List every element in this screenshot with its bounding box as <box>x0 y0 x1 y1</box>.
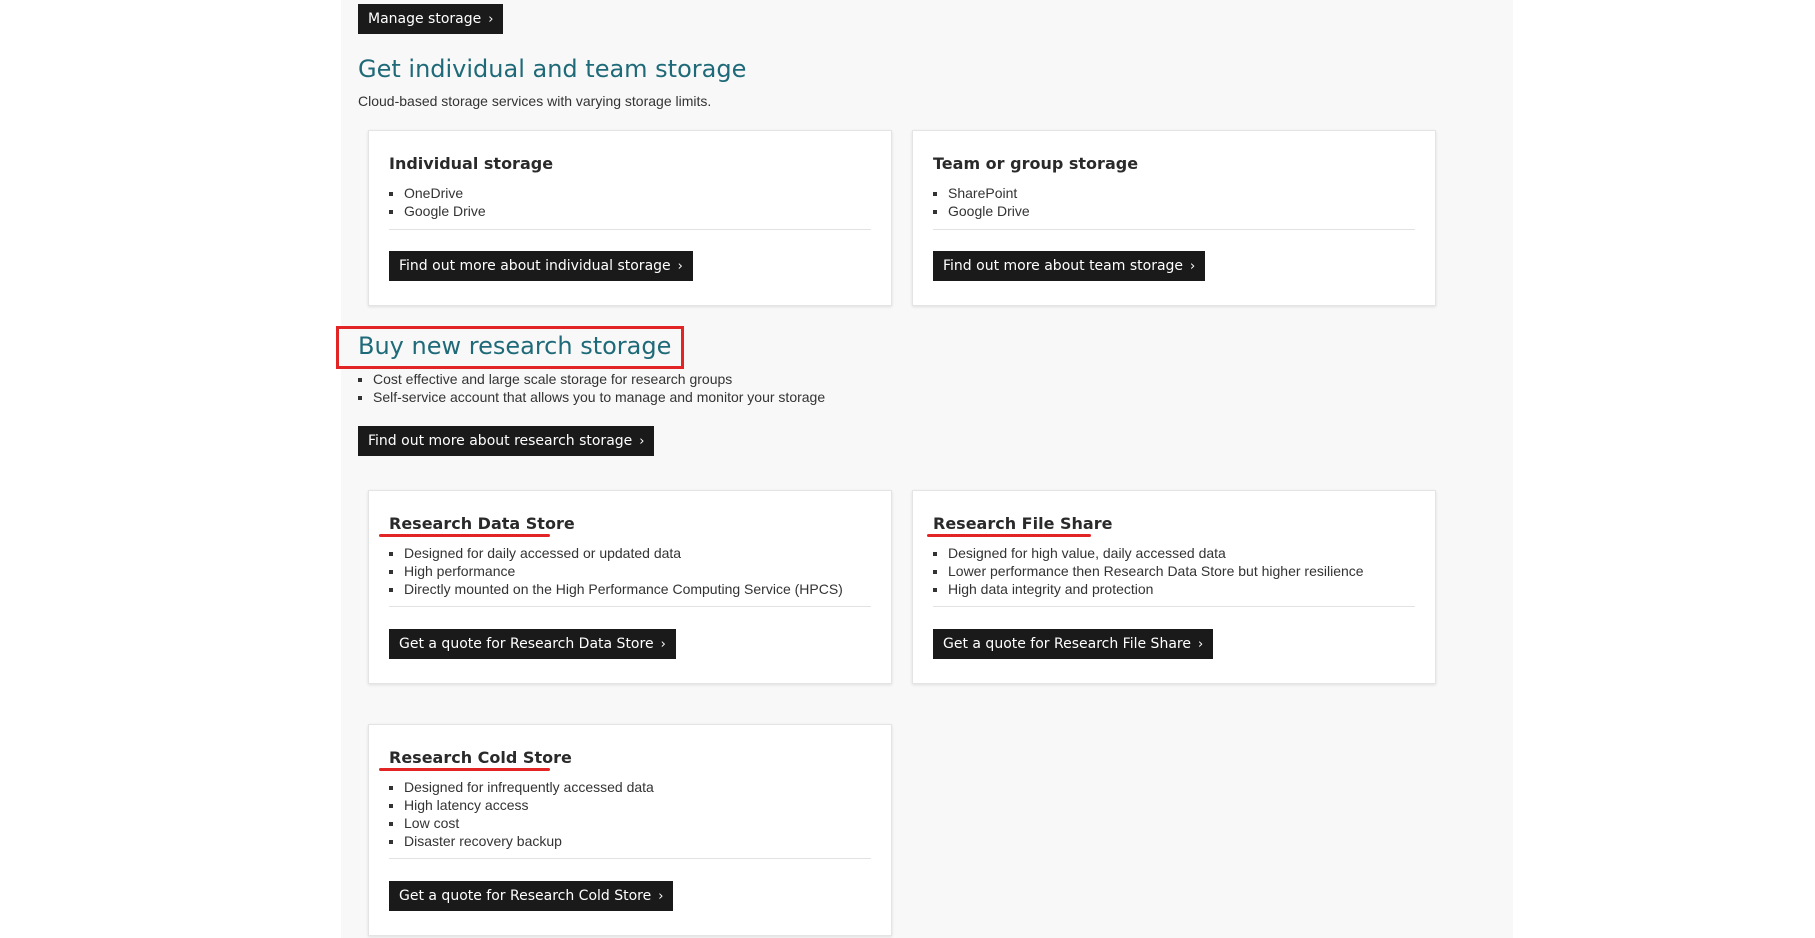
card-title: Research Cold Store <box>389 748 572 767</box>
annotation-underline <box>379 534 550 537</box>
divider <box>933 229 1415 230</box>
list-item: Google Drive <box>948 202 1030 220</box>
chevron-right-icon: › <box>1190 258 1196 274</box>
list-item: Google Drive <box>404 202 486 220</box>
card-research-data-store: Research Data Store Designed for daily a… <box>368 490 892 684</box>
divider <box>389 229 871 230</box>
team-storage-button[interactable]: Find out more about team storage › <box>933 251 1206 281</box>
card-research-file-share: Research File Share Designed for high va… <box>912 490 1436 684</box>
list-item: SharePoint <box>948 184 1030 202</box>
annotation-underline <box>379 768 550 771</box>
research-feature-list: Cost effective and large scale storage f… <box>358 370 825 406</box>
card-list: SharePoint Google Drive <box>933 184 1030 220</box>
research-storage-button[interactable]: Find out more about research storage › <box>358 426 655 456</box>
list-item: Lower performance then Research Data Sto… <box>948 562 1364 580</box>
chevron-right-icon: › <box>639 433 645 449</box>
list-item: High performance <box>404 562 843 580</box>
button-label: Find out more about team storage <box>943 258 1184 274</box>
card-individual-storage: Individual storage OneDrive Google Drive… <box>368 130 892 306</box>
card-research-cold-store: Research Cold Store Designed for infrequ… <box>368 724 892 936</box>
list-item: Disaster recovery backup <box>404 832 654 850</box>
card-team-storage: Team or group storage SharePoint Google … <box>912 130 1436 306</box>
card-list: Designed for infrequently accessed data … <box>389 778 654 850</box>
divider <box>389 606 871 607</box>
research-data-store-quote-button[interactable]: Get a quote for Research Data Store › <box>389 629 676 659</box>
card-list: Designed for daily accessed or updated d… <box>389 544 843 598</box>
list-item: Low cost <box>404 814 654 832</box>
section-subtitle-individual-team: Cloud-based storage services with varyin… <box>358 93 712 109</box>
chevron-right-icon: › <box>1197 636 1204 652</box>
button-label: Find out more about research storage <box>368 433 633 449</box>
list-item: Designed for high value, daily accessed … <box>948 544 1364 562</box>
manage-storage-label: Manage storage <box>368 11 482 27</box>
card-title: Research Data Store <box>389 514 575 533</box>
annotation-underline <box>927 534 1091 537</box>
chevron-right-icon: › <box>677 258 683 274</box>
list-item: OneDrive <box>404 184 486 202</box>
card-title: Research File Share <box>933 514 1113 533</box>
list-item: Cost effective and large scale storage f… <box>373 370 825 388</box>
list-item: High data integrity and protection <box>948 580 1364 598</box>
card-list: OneDrive Google Drive <box>389 184 486 220</box>
manage-storage-button[interactable]: Manage storage › <box>358 4 504 34</box>
list-item: Designed for infrequently accessed data <box>404 778 654 796</box>
chevron-right-icon: › <box>658 888 664 904</box>
list-item: Designed for daily accessed or updated d… <box>404 544 843 562</box>
research-file-share-quote-button[interactable]: Get a quote for Research File Share › <box>933 629 1214 659</box>
list-item: Directly mounted on the High Performance… <box>404 580 843 598</box>
card-title: Team or group storage <box>933 154 1139 173</box>
section-title-individual-team: Get individual and team storage <box>358 55 747 83</box>
annotation-highlight-box <box>336 326 684 369</box>
card-title: Individual storage <box>389 154 554 173</box>
chevron-right-icon: › <box>488 11 494 27</box>
button-label: Find out more about individual storage <box>399 258 671 274</box>
individual-storage-button[interactable]: Find out more about individual storage › <box>389 251 693 281</box>
research-cold-store-quote-button[interactable]: Get a quote for Research Cold Store › <box>389 881 674 911</box>
list-item: High latency access <box>404 796 654 814</box>
list-item: Self-service account that allows you to … <box>373 388 825 406</box>
button-label: Get a quote for Research Cold Store <box>399 888 652 904</box>
card-list: Designed for high value, daily accessed … <box>933 544 1364 598</box>
divider <box>389 858 871 859</box>
chevron-right-icon: › <box>660 636 666 652</box>
divider <box>933 606 1415 607</box>
button-label: Get a quote for Research Data Store <box>399 636 654 652</box>
button-label: Get a quote for Research File Share <box>943 636 1191 652</box>
